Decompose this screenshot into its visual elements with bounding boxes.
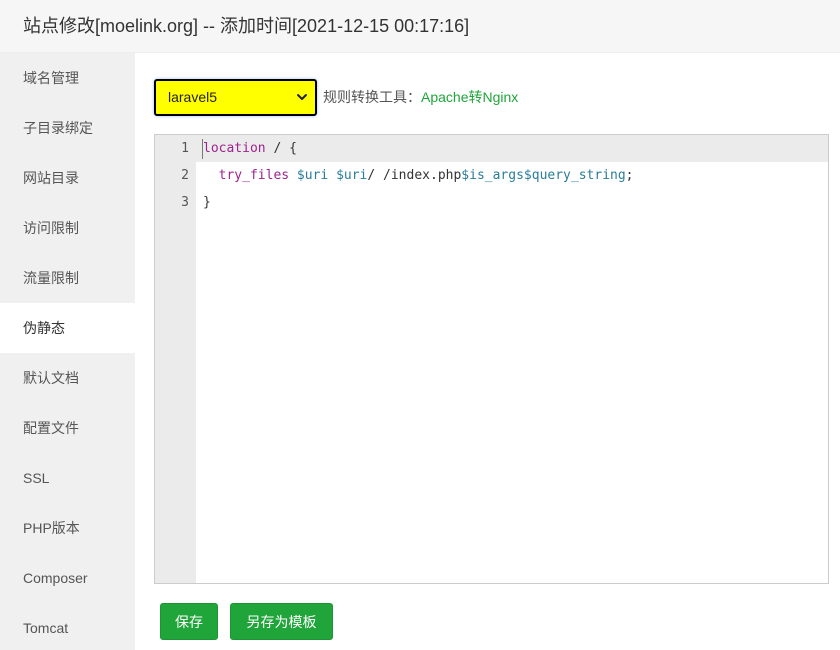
sidebar-item-default-doc[interactable]: 默认文档 — [0, 353, 135, 403]
code-token: } — [203, 195, 211, 210]
window-title: 站点修改[moelink.org] -- 添加时间[2021-12-15 00:… — [0, 0, 840, 53]
rule-converter-label: 规则转换工具： — [323, 89, 421, 105]
code-token: try_files — [203, 168, 290, 183]
code-line[interactable]: 1 location / { — [155, 135, 828, 162]
code-token: $uri — [296, 168, 329, 183]
sidebar-item-subdir-binding[interactable]: 子目录绑定 — [0, 103, 135, 153]
save-as-template-button[interactable]: 另存为模板 — [230, 603, 333, 640]
code-token: $is_args — [461, 168, 524, 183]
code-line[interactable]: 2 try_files $uri $uri/ /index.php$is_arg… — [155, 162, 828, 189]
line-code: } — [203, 189, 211, 216]
code-editor[interactable]: 1 location / {2 try_files $uri $uri/ /ind… — [154, 134, 829, 584]
select-value: laravel5 — [168, 88, 218, 105]
chevron-down-icon — [297, 93, 307, 100]
code-token: ; — [625, 168, 634, 183]
code-token: $query_string — [523, 168, 626, 183]
code-token: $uri — [336, 168, 368, 183]
sidebar-item-php-version[interactable]: PHP版本 — [0, 503, 135, 553]
line-number: 2 — [181, 168, 189, 183]
sidebar: 域名管理 子目录绑定 网站目录 访问限制 流量限制 伪静态 默认文档 配置文件 … — [0, 53, 135, 650]
sidebar-item-tomcat[interactable]: Tomcat — [0, 603, 135, 650]
line-number: 1 — [181, 141, 189, 156]
sidebar-item-ssl[interactable]: SSL — [0, 453, 135, 503]
code-token: / /index.php — [367, 168, 462, 183]
apache-to-nginx-link[interactable]: Apache转Nginx — [421, 87, 518, 107]
code-line[interactable]: 3} — [155, 189, 828, 216]
sidebar-item-domain[interactable]: 域名管理 — [0, 53, 135, 103]
sidebar-item-site-directory[interactable]: 网站目录 — [0, 153, 135, 203]
line-code: try_files $uri $uri/ /index.php$is_args$… — [203, 162, 634, 189]
sidebar-item-rewrite[interactable]: 伪静态 — [0, 303, 135, 353]
sidebar-item-composer[interactable]: Composer — [0, 553, 135, 603]
line-code: location / { — [203, 135, 297, 162]
rewrite-template-select[interactable]: laravel5 — [154, 78, 317, 116]
line-number: 3 — [181, 195, 189, 210]
save-button[interactable]: 保存 — [160, 603, 218, 640]
sidebar-item-traffic-limit[interactable]: 流量限制 — [0, 253, 135, 303]
code-token: location — [203, 141, 266, 156]
sidebar-item-access-limit[interactable]: 访问限制 — [0, 203, 135, 253]
sidebar-item-config-file[interactable]: 配置文件 — [0, 403, 135, 453]
code-token: / { — [265, 141, 297, 156]
text-cursor — [202, 139, 203, 159]
rewrite-toolbar: laravel5 规则转换工具： Apache转Nginx — [154, 78, 518, 116]
